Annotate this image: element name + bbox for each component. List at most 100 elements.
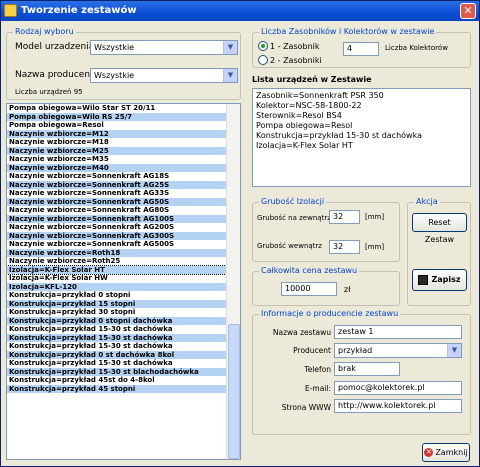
list-item[interactable]: Naczynie wzbiorcze=Sonnenkraft AG100S xyxy=(7,214,240,223)
inner-thickness-unit: [mm] xyxy=(365,243,385,251)
list-item[interactable]: Naczynie wzbiorcze=Sonnenkraft AG80S xyxy=(7,206,240,215)
list-item[interactable]: Naczynie wzbiorcze=M18 xyxy=(7,138,240,147)
set-list-heading: Lista urządzeń w Zestawie xyxy=(252,75,372,84)
model-combo[interactable]: Wszystkie ▼ xyxy=(90,40,238,55)
radio-1-zasobnik[interactable] xyxy=(258,41,268,51)
insulation-group-title: Grubość Izolacji xyxy=(259,197,327,206)
set-list-line: Izolacja=K-Flex Solar HT xyxy=(256,141,353,150)
list-item[interactable]: Konstrukcja=przykład 0 stopni dachówka xyxy=(7,316,240,325)
list-item[interactable]: Naczynie wzbiorcze=Sonnenkraft AG25S xyxy=(7,180,240,189)
scrollbar-thumb[interactable] xyxy=(228,324,240,459)
www-input[interactable]: http://www.kolektorek.pl xyxy=(334,399,462,413)
phone-input[interactable]: brak xyxy=(334,362,400,376)
email-input[interactable]: pomoc@kolektorek.pl xyxy=(334,381,462,395)
model-combo-value: Wszystkie xyxy=(94,43,135,52)
list-item[interactable]: Konstrukcja=przykład 15-30 st dachówka xyxy=(7,333,240,342)
email-label: E-mail: xyxy=(304,384,331,393)
save-label: Zapisz xyxy=(431,275,461,284)
list-item[interactable]: Izolacja=K-Flex Solar HW xyxy=(7,274,240,283)
list-item[interactable]: Konstrukcja=przykład 0 stopni xyxy=(7,291,240,300)
reset-set-label: Reset Zestaw xyxy=(424,218,455,244)
inner-thickness-input[interactable]: 32 xyxy=(329,240,360,254)
outer-thickness-unit: [mm] xyxy=(365,213,385,221)
title-bar: Tworzenie zestawów ✕ xyxy=(1,1,479,21)
list-item[interactable]: Naczynie wzbiorcze=M12 xyxy=(7,129,240,138)
close-icon: ✕ xyxy=(424,448,434,457)
save-button[interactable]: Zapisz xyxy=(412,269,467,291)
model-label: Model urzadzenia xyxy=(15,42,95,52)
set-name-label: Nazwa zestawu xyxy=(272,328,331,337)
set-list-line: Zasobnik=Sonnenkraft PSR 350 xyxy=(256,91,384,100)
close-button[interactable]: ✕ Zamknij xyxy=(422,443,470,462)
close-window-button[interactable]: ✕ xyxy=(460,3,476,19)
list-item[interactable]: Izolacja=K-Flex Solar HT xyxy=(7,264,240,275)
phone-label: Telefon xyxy=(304,365,331,374)
producer-filter-combo[interactable]: Wszystkie ▼ xyxy=(90,68,238,83)
list-scrollbar[interactable] xyxy=(226,104,240,459)
list-item[interactable]: Pompa obiegowa=Resol xyxy=(7,121,240,130)
list-item[interactable]: Naczynie wzbiorcze=Sonnenkraft AG300S xyxy=(7,231,240,240)
selection-type-title: Rodzaj wyboru xyxy=(13,27,76,36)
chevron-down-icon: ▼ xyxy=(223,41,237,54)
outer-thickness-input[interactable]: 32 xyxy=(329,210,360,224)
app-icon xyxy=(4,4,17,17)
collectors-count-input[interactable]: 4 xyxy=(343,42,379,56)
list-item[interactable]: Konstrukcja=przykład 15-30 st dachówka xyxy=(7,359,240,368)
radio-2-label: 2 - Zasobniki xyxy=(270,56,322,65)
window-title: Tworzenie zestawów xyxy=(21,5,137,16)
set-list-lines: Zasobnik=Sonnenkraft PSR 350 Kolektor=NSC… xyxy=(256,91,467,151)
list-item[interactable]: Naczynie wzbiorcze=Sonnenkraft AG33S xyxy=(7,189,240,198)
reset-set-button[interactable]: Reset Zestaw xyxy=(412,213,467,244)
device-list-rows: Pompa obiegowa=Wilo Star ST 20/11 Pompa o… xyxy=(7,104,240,393)
set-list-line: Konstrukcja=przykład 15-30 st dachówka xyxy=(256,131,422,140)
producer-label: Producent xyxy=(293,346,331,355)
outer-thickness-label: Grubość na zewnątrz xyxy=(257,214,331,222)
price-input[interactable]: 10000 xyxy=(281,282,337,296)
insulation-group: Grubość Izolacji xyxy=(252,197,400,262)
list-item[interactable]: Naczynie wzbiorcze=M40 xyxy=(7,163,240,172)
www-label: Strona WWW xyxy=(281,403,331,412)
action-group-title: Akcja xyxy=(414,197,440,206)
list-item[interactable]: Konstrukcja=przykład 15-30 st dachówka xyxy=(7,342,240,351)
list-item[interactable]: Naczynie wzbiorcze=Roth18 xyxy=(7,248,240,257)
list-item[interactable]: Naczynie wzbiorcze=Roth25 xyxy=(7,257,240,266)
radio-2-zasobniki[interactable] xyxy=(258,55,268,65)
chevron-down-icon: ▼ xyxy=(223,69,237,82)
list-item[interactable]: Naczynie wzbiorcze=Sonnenkraft AG500S xyxy=(7,240,240,249)
list-item[interactable]: Konstrukcja=przykład 45st do 4-8kol xyxy=(7,376,240,385)
inner-thickness-label: Grubość wewnątrz xyxy=(257,242,322,250)
set-name-input[interactable]: zestaw 1 xyxy=(334,325,462,339)
list-item[interactable]: Naczynie wzbiorcze=Sonnenkraft AG18S xyxy=(7,172,240,181)
set-list-textarea[interactable]: Zasobnik=Sonnenkraft PSR 350 Kolektor=NSC… xyxy=(252,88,471,187)
list-item[interactable]: Konstrukcja=przykład 15 stopni xyxy=(7,299,240,308)
list-item[interactable]: Pompa obiegowa=Wilo RS 25/7 xyxy=(7,112,240,121)
list-item[interactable]: Naczynie wzbiorcze=Sonnenkraft AG200S xyxy=(7,223,240,232)
collectors-count-label: Liczba Kolektorów xyxy=(385,44,448,52)
price-unit: zł xyxy=(344,285,351,294)
list-item[interactable]: Konstrukcja=przykład 15-30 st dachówka xyxy=(7,325,240,334)
producer-filter-label: Nazwa producenta xyxy=(15,70,100,80)
price-group-title: Całkowita cena zestawu xyxy=(259,266,360,275)
list-item[interactable]: Konstrukcja=przykład 15-30 st blachodach… xyxy=(7,367,240,376)
list-item[interactable]: Naczynie wzbiorcze=M25 xyxy=(7,146,240,155)
radio-1-label: 1 - Zasobnik xyxy=(270,42,320,51)
close-label: Zamknij xyxy=(435,448,468,457)
set-list-line: Sterownik=Resol BS4 xyxy=(256,111,342,120)
list-item[interactable]: Izolacja=KFL-120 xyxy=(7,282,240,291)
producer-combo-value: przykład xyxy=(338,346,373,355)
count-group-title: Liczba Zasobników i Kolektorów w zestawi… xyxy=(259,27,437,36)
chevron-down-icon: ▼ xyxy=(447,344,461,357)
producer-info-title: Informacje o producencie zestawu xyxy=(259,309,401,318)
set-list-line: Pompa obiegowa=Resol xyxy=(256,121,353,130)
list-item[interactable]: Naczynie wzbiorcze=Sonnenkraft AG50S xyxy=(7,197,240,206)
device-count: Liczba urządzeń 95 xyxy=(15,88,83,96)
device-list[interactable]: Pompa obiegowa=Wilo Star ST 20/11 Pompa o… xyxy=(6,103,241,460)
list-item[interactable]: Konstrukcja=przykład 45 stopni xyxy=(7,384,240,393)
list-item[interactable]: Konstrukcja=przykład 30 stopni xyxy=(7,308,240,317)
list-item[interactable]: Naczynie wzbiorcze=M35 xyxy=(7,155,240,164)
floppy-icon xyxy=(418,274,429,285)
app-window: Tworzenie zestawów ✕ Rodzaj wyboru Model… xyxy=(0,0,480,467)
producer-combo[interactable]: przykład ▼ xyxy=(334,343,462,358)
list-item[interactable]: Konstrukcja=przykład 0 st dachówka 8kol xyxy=(7,350,240,359)
list-item[interactable]: Pompa obiegowa=Wilo Star ST 20/11 xyxy=(7,104,240,113)
